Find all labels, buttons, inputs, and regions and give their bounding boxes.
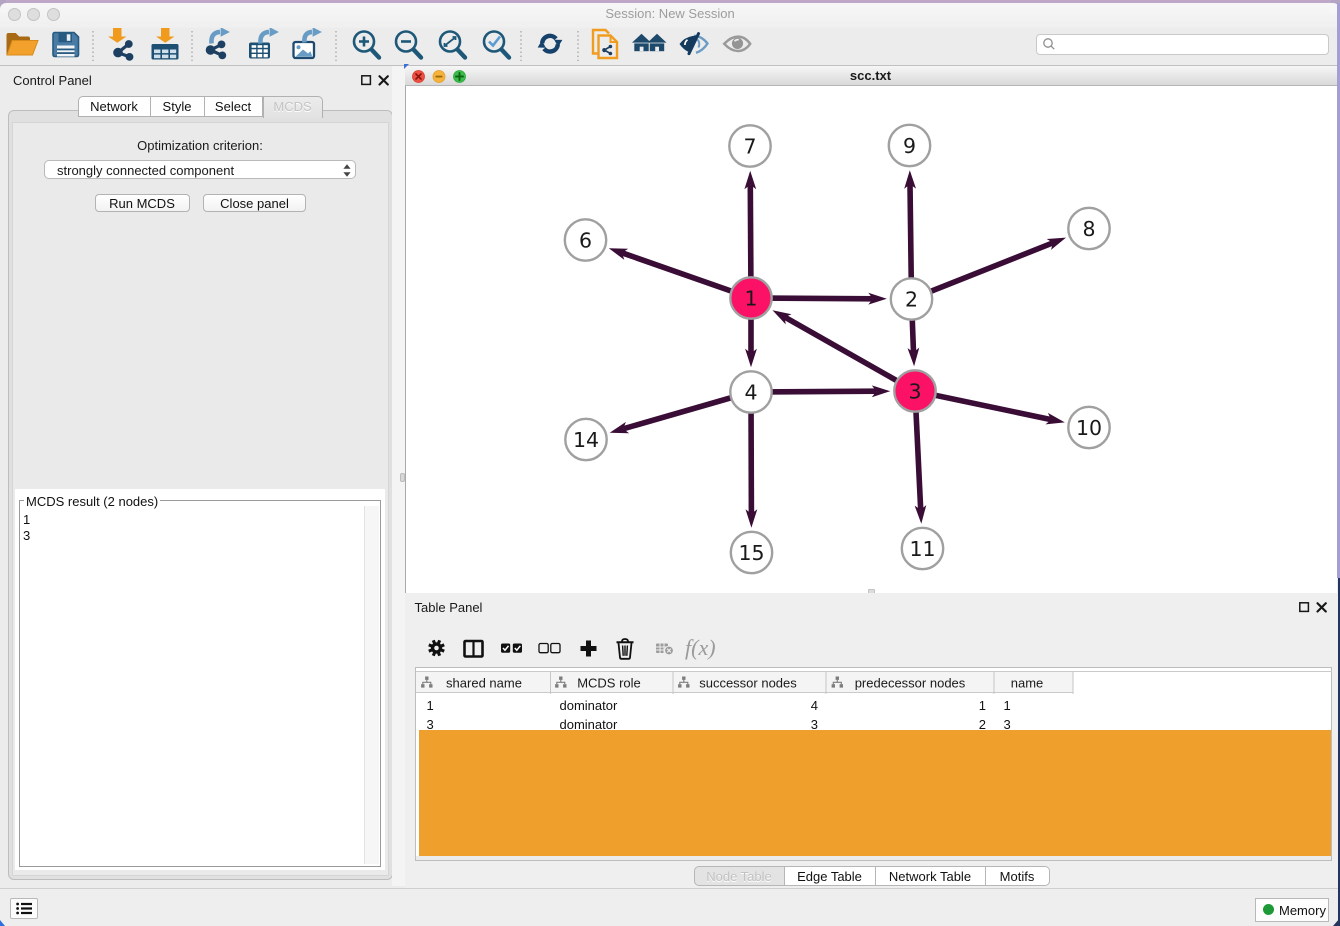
svg-text:3: 3	[908, 379, 921, 403]
svg-text:successor nodes: successor nodes	[699, 676, 797, 691]
svg-text:predecessor nodes: predecessor nodes	[855, 676, 966, 691]
svg-text:shared name: shared name	[446, 676, 522, 691]
svg-text:7: 7	[743, 134, 756, 158]
svg-text:MCDS role: MCDS role	[577, 676, 641, 691]
svg-text:name: name	[1011, 676, 1044, 691]
svg-text:8: 8	[1082, 216, 1095, 240]
svg-text:f(x): f(x)	[685, 635, 716, 660]
svg-text:10: 10	[1075, 415, 1101, 439]
svg-text:9: 9	[902, 133, 915, 157]
svg-text:11: 11	[909, 536, 935, 560]
svg-text:15: 15	[738, 540, 764, 564]
svg-text:2: 2	[904, 287, 917, 311]
svg-text:4: 4	[744, 380, 757, 404]
svg-text:6: 6	[578, 228, 591, 252]
svg-text:1: 1	[744, 286, 757, 310]
svg-text:14: 14	[572, 427, 598, 451]
